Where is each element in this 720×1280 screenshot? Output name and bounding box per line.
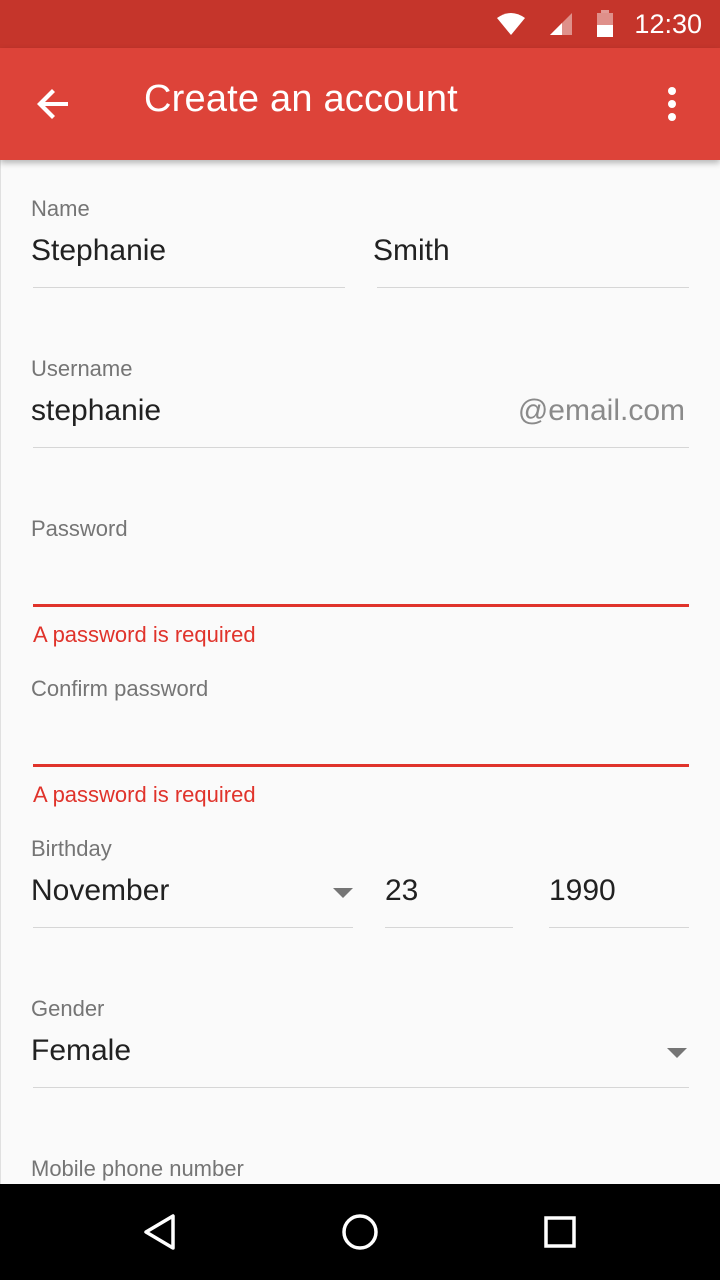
battery-icon	[596, 10, 614, 38]
last-name-value: Smith	[373, 234, 450, 267]
password-field[interactable]	[31, 550, 689, 606]
system-nav-bar	[0, 1184, 720, 1280]
birth-month-dropdown[interactable]: November	[31, 870, 353, 928]
confirm-password-error-text: A password is required	[33, 782, 256, 807]
username-field[interactable]: stephanie @email.com	[31, 390, 689, 448]
birth-day-underline	[385, 927, 513, 928]
birthday-label: Birthday	[31, 836, 112, 861]
back-triangle-icon	[144, 1214, 175, 1250]
arrow-back-icon	[37, 89, 68, 119]
password-label: Password	[31, 516, 128, 541]
birth-month-value: November	[31, 874, 170, 907]
gender-dropdown[interactable]: Female	[31, 1030, 689, 1088]
username-underline	[33, 447, 689, 448]
birth-year-field[interactable]: 1990	[549, 870, 689, 928]
confirm-password-field[interactable]	[31, 710, 689, 766]
back-button[interactable]	[30, 80, 78, 128]
birth-day-field[interactable]: 23	[385, 870, 513, 928]
nav-recents-button[interactable]	[536, 1208, 584, 1256]
nav-home-button[interactable]	[336, 1208, 384, 1256]
status-bar: 12:30	[0, 0, 720, 48]
gender-underline	[33, 1087, 689, 1088]
more-vert-icon	[668, 87, 676, 121]
birth-month-underline	[33, 927, 353, 928]
birth-year-underline	[549, 927, 689, 928]
wifi-icon	[496, 12, 526, 36]
nav-back-button[interactable]	[136, 1208, 184, 1256]
first-name-underline	[33, 287, 345, 288]
confirm-password-underline-error	[33, 764, 689, 767]
password-underline-error	[33, 604, 689, 607]
last-name-underline	[377, 287, 689, 288]
recents-square-icon	[544, 1216, 576, 1248]
app-bar: Create an account	[0, 48, 720, 160]
last-name-field[interactable]: Smith	[373, 230, 689, 288]
chevron-down-icon	[333, 888, 353, 898]
page-title: Create an account	[144, 78, 458, 120]
first-name-field[interactable]: Stephanie	[31, 230, 345, 288]
username-value: stephanie	[31, 394, 162, 427]
name-label: Name	[31, 196, 90, 221]
confirm-password-label: Confirm password	[31, 676, 209, 701]
more-options-button[interactable]	[648, 80, 696, 128]
signal-icon	[548, 12, 574, 36]
username-label: Username	[31, 356, 133, 381]
home-circle-icon	[342, 1214, 378, 1250]
gender-label: Gender	[31, 996, 105, 1021]
email-domain-suffix: @email.com	[517, 394, 685, 427]
birth-day-value: 23	[385, 874, 419, 907]
status-time: 12:30	[634, 8, 702, 39]
password-error-text: A password is required	[33, 622, 256, 647]
account-form: Name Stephanie Smith Username stephanie …	[0, 160, 720, 1184]
chevron-down-icon	[667, 1048, 687, 1058]
birth-year-value: 1990	[549, 874, 616, 907]
mobile-phone-label: Mobile phone number	[31, 1156, 244, 1181]
first-name-value: Stephanie	[31, 234, 167, 267]
gender-value: Female	[31, 1034, 132, 1067]
